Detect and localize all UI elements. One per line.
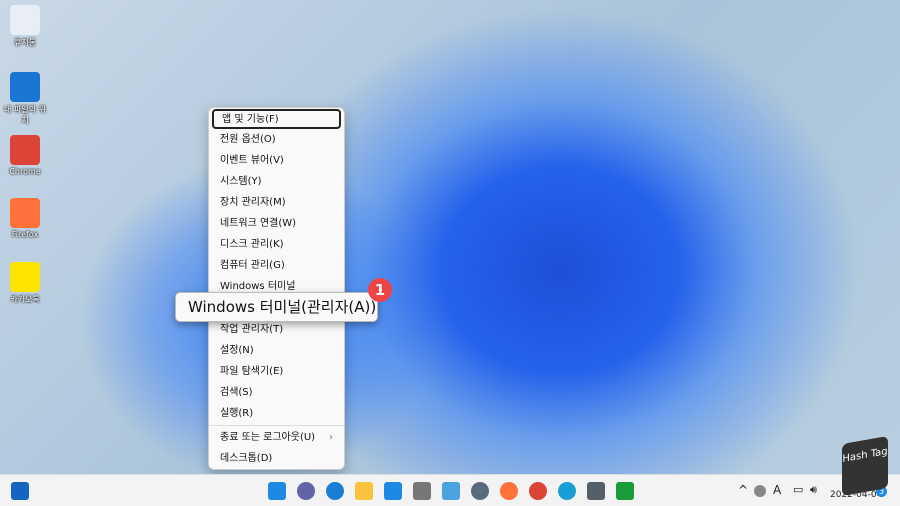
desktop-icon-label: Firefox — [11, 230, 39, 239]
menu-item-label: 전원 옵션(O) — [220, 134, 276, 145]
menu-item-label: 종료 또는 로그아웃(U) — [220, 432, 316, 443]
desktop-icon-label: 내 파일의 위치 — [4, 105, 46, 125]
menu-item[interactable]: 디스크 관리(K) — [212, 235, 341, 255]
taskbar: ^ A ▭ 🔊︎ 오후 2022-04-04 3 — [0, 474, 900, 506]
menu-item-label: 컴퓨터 관리(G) — [220, 260, 285, 271]
recycle-bin-icon — [10, 5, 40, 35]
menu-item[interactable]: 시스템(Y) — [212, 172, 341, 192]
menu-item-label: 장치 관리자(M) — [220, 197, 286, 208]
menu-item[interactable]: 파일 탐색기(E) — [212, 362, 341, 382]
chrome-icon — [10, 135, 40, 165]
volume-icon[interactable]: 🔊︎ — [810, 483, 817, 497]
menu-item-label: Windows 터미널 — [220, 281, 296, 292]
edge-canary-icon[interactable] — [558, 482, 576, 500]
menu-item[interactable]: 종료 또는 로그아웃(U) › — [212, 428, 341, 448]
menu-item-label: 파일 탐색기(E) — [220, 366, 284, 377]
firefox-icon[interactable] — [500, 482, 518, 500]
edge-icon[interactable] — [326, 482, 344, 500]
menu-item-label: 디스크 관리(K) — [220, 239, 284, 250]
submenu-chevron-icon: › — [329, 432, 333, 443]
start-icon[interactable] — [268, 482, 286, 500]
ime-indicator[interactable]: A — [773, 483, 781, 497]
winx-context-menu: 앱 및 기능(F) 전원 옵션(O) 이벤트 뷰어(V) 시스템(Y) 장치 관리자(M… — [208, 107, 345, 470]
desktop-icon-label: 휴지통 — [13, 38, 37, 47]
menu-item[interactable]: 실행(R) — [212, 404, 341, 424]
show-hidden-icons-chevron[interactable]: ^ — [738, 483, 748, 497]
menu-item-label: 네트워크 연결(W) — [220, 218, 297, 229]
onedrive-icon — [10, 72, 40, 102]
menu-item[interactable]: 전원 옵션(O) — [212, 130, 341, 150]
network-icon[interactable]: ▭ — [793, 483, 803, 496]
desktop-icon-label: 카카오톡 — [10, 295, 40, 304]
menu-item-label: 시스템(Y) — [220, 176, 262, 187]
hashtag-watermark: Hash Tag — [842, 435, 888, 497]
menu-item[interactable]: 검색(S) — [212, 383, 341, 403]
desktop-icon[interactable]: Chrome — [4, 135, 46, 176]
settings-icon[interactable] — [471, 482, 489, 500]
file-explorer-icon[interactable] — [355, 482, 373, 500]
menu-item-label: 작업 관리자(T) — [220, 324, 284, 335]
kakaotalk-icon — [10, 262, 40, 292]
step-badge: 1 — [368, 278, 392, 302]
menu-item[interactable]: 설정(N) — [212, 341, 341, 361]
menu-item[interactable]: 장치 관리자(M) — [212, 193, 341, 213]
chrome-icon[interactable] — [529, 482, 547, 500]
menu-item-label: 데스크톱(D) — [220, 453, 273, 464]
menu-divider — [209, 425, 344, 426]
mail-icon[interactable] — [384, 482, 402, 500]
menu-item[interactable]: 이벤트 뷰어(V) — [212, 151, 341, 171]
menu-item[interactable]: 네트워크 연결(W) — [212, 214, 341, 234]
network-blocked-icon[interactable] — [754, 485, 766, 497]
green-app-icon[interactable] — [616, 482, 634, 500]
desktop-icon[interactable]: 카카오톡 — [4, 262, 46, 305]
menu-item-label: 설정(N) — [220, 345, 254, 356]
highlighted-menu-item-terminal-admin[interactable]: Windows 터미널(관리자(A)) — [175, 292, 378, 322]
menu-item[interactable]: 컴퓨터 관리(G) — [212, 256, 341, 276]
widgets-icon[interactable] — [11, 482, 29, 500]
menu-item-label: 앱 및 기능(F) — [222, 114, 279, 125]
menu-item-label: 이벤트 뷰어(V) — [220, 155, 284, 166]
firefox-icon — [10, 198, 40, 228]
move-tool-icon[interactable] — [413, 482, 431, 500]
teams-chat-icon[interactable] — [297, 482, 315, 500]
menu-item[interactable]: 앱 및 기능(F) — [212, 109, 341, 129]
desktop-icon[interactable]: 내 파일의 위치 — [4, 72, 46, 126]
desktop-icon-label: Chrome — [9, 167, 41, 176]
menu-item[interactable]: 데스크톱(D) — [212, 449, 341, 469]
notepad-icon[interactable] — [442, 482, 460, 500]
desktop-icon[interactable]: 휴지통 — [4, 5, 46, 48]
desktop-icon[interactable]: Firefox — [4, 198, 46, 239]
menu-item-label: 검색(S) — [220, 387, 253, 398]
menu-item[interactable]: 작업 관리자(T) — [212, 320, 341, 340]
menu-item-label: 실행(R) — [220, 408, 254, 419]
calculator-icon[interactable] — [587, 482, 605, 500]
